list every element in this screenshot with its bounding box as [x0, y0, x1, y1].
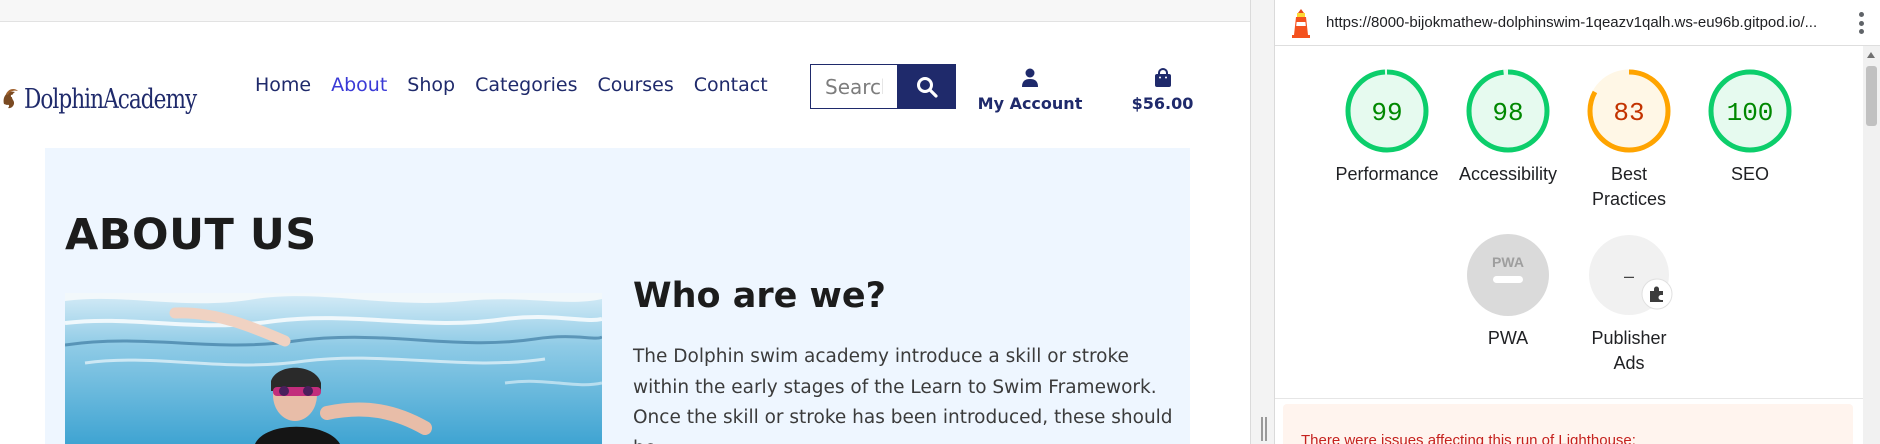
pwa-label: PWA: [1487, 328, 1529, 348]
gauge-publisher-ads[interactable]: – Publisher Ads: [1569, 232, 1689, 376]
my-account-link[interactable]: My Account: [975, 68, 1085, 113]
lighthouse-url-bar: https://8000-bijokmathew-dolphinswim-1qe…: [1275, 0, 1880, 46]
pwa-badge-text: PWA: [1492, 254, 1524, 270]
resize-handle[interactable]: [1261, 417, 1267, 441]
cart-link[interactable]: $56.00: [1130, 68, 1195, 113]
search-form: [810, 64, 956, 109]
site-header: DolphinAcademy Home About Shop Categorie…: [0, 22, 1250, 148]
lighthouse-icon: [1292, 8, 1310, 38]
best-practices-gauge-ring: 83: [1587, 69, 1671, 153]
gauge-pwa[interactable]: PWA PWA: [1448, 232, 1568, 351]
nav-link-home[interactable]: Home: [255, 74, 311, 96]
accessibility-label: Accessibility: [1458, 164, 1558, 184]
seo-label: SEO: [1730, 164, 1769, 184]
best-practices-score: 83: [1613, 98, 1644, 128]
performance-score: 99: [1371, 98, 1402, 128]
publisher-ads-label: Publisher Ads: [1591, 328, 1667, 373]
search-input[interactable]: [810, 64, 898, 109]
swimmer-image: [65, 293, 602, 444]
plugin-puzzle-icon: [1641, 278, 1673, 310]
warning-text: There were issues affecting this run of …: [1301, 432, 1636, 444]
accessibility-score: 98: [1492, 98, 1523, 128]
page-title: ABOUT US: [65, 210, 317, 260]
lighthouse-scrollbar[interactable]: [1863, 46, 1880, 444]
about-section: ABOUT US Who are we? The Dolphin swim ac…: [45, 148, 1190, 444]
gauge-seo[interactable]: 100 SEO: [1690, 68, 1810, 187]
section-divider: [1275, 398, 1863, 399]
scroll-up-arrow-icon[interactable]: [1867, 52, 1875, 58]
accessibility-gauge-ring: 98: [1466, 69, 1550, 153]
dolphin-logo-icon: [3, 89, 18, 109]
best-practices-label: Best Practices: [1591, 164, 1667, 209]
website-viewport: DolphinAcademy Home About Shop Categorie…: [0, 0, 1250, 444]
gauge-performance[interactable]: 99 Performance: [1327, 68, 1447, 187]
search-button[interactable]: [898, 64, 956, 109]
performance-label: Performance: [1335, 164, 1439, 184]
gauge-accessibility[interactable]: 98 Accessibility: [1448, 68, 1568, 187]
section-heading: Who are we?: [633, 276, 886, 316]
more-options-icon[interactable]: [1857, 12, 1865, 34]
nav-link-courses[interactable]: Courses: [598, 74, 674, 96]
nav-link-about[interactable]: About: [331, 74, 387, 96]
user-icon: [1022, 68, 1038, 87]
search-icon: [917, 76, 938, 98]
audited-url[interactable]: https://8000-bijokmathew-dolphinswim-1qe…: [1326, 14, 1836, 31]
cart-total: $56.00: [1131, 94, 1194, 113]
nav-link-shop[interactable]: Shop: [407, 74, 455, 96]
pwa-badge-icon: PWA: [1467, 234, 1549, 316]
seo-gauge-ring: 100: [1708, 69, 1792, 153]
panel-divider[interactable]: [1250, 0, 1275, 444]
main-nav: Home About Shop Categories Courses Conta…: [255, 74, 788, 96]
top-strip: [0, 0, 1250, 22]
shopping-bag-icon: [1154, 68, 1171, 87]
lighthouse-panel: https://8000-bijokmathew-dolphinswim-1qe…: [1275, 0, 1880, 444]
nav-link-categories[interactable]: Categories: [475, 74, 577, 96]
site-logo[interactable]: DolphinAcademy: [0, 78, 239, 120]
about-content: Who are we? The Dolphin swim academy int…: [633, 276, 1178, 444]
scrollbar-thumb[interactable]: [1866, 66, 1877, 126]
swimmer-illustration: [65, 293, 602, 444]
seo-score: 100: [1727, 98, 1774, 128]
nav-link-contact[interactable]: Contact: [694, 74, 768, 96]
logo-text: DolphinAcademy: [24, 83, 197, 115]
performance-gauge-ring: 99: [1345, 69, 1429, 153]
warning-box: There were issues affecting this run of …: [1283, 404, 1853, 444]
publisher-ads-score: –: [1624, 266, 1634, 286]
my-account-label: My Account: [977, 94, 1083, 113]
section-body-text: The Dolphin swim academy introduce a ski…: [633, 346, 1173, 444]
gauge-best-practices[interactable]: 83 Best Practices: [1569, 68, 1689, 212]
